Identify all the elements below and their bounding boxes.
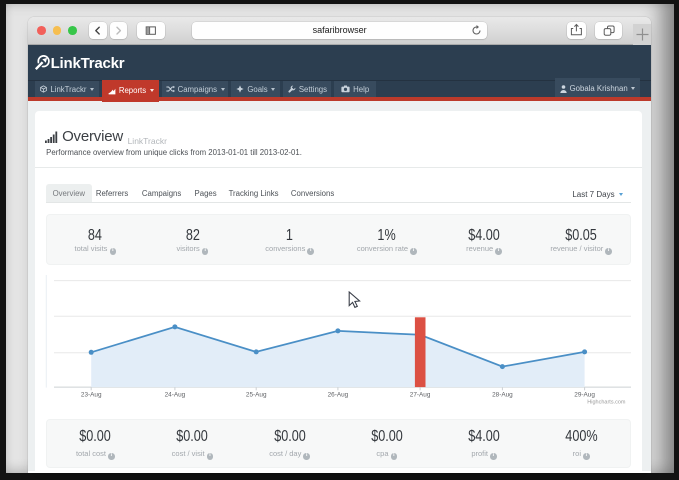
svg-text:29-Aug: 29-Aug bbox=[574, 391, 595, 398]
svg-text:23-Aug: 23-Aug bbox=[80, 391, 101, 398]
svg-text:Highcharts.com: Highcharts.com bbox=[587, 399, 626, 405]
svg-text:25-Aug: 25-Aug bbox=[245, 391, 266, 398]
svg-text:27-Aug: 27-Aug bbox=[409, 391, 430, 398]
svg-text:26-Aug: 26-Aug bbox=[327, 391, 348, 398]
svg-text:28-Aug: 28-Aug bbox=[492, 391, 513, 398]
svg-text:24-Aug: 24-Aug bbox=[164, 391, 185, 398]
